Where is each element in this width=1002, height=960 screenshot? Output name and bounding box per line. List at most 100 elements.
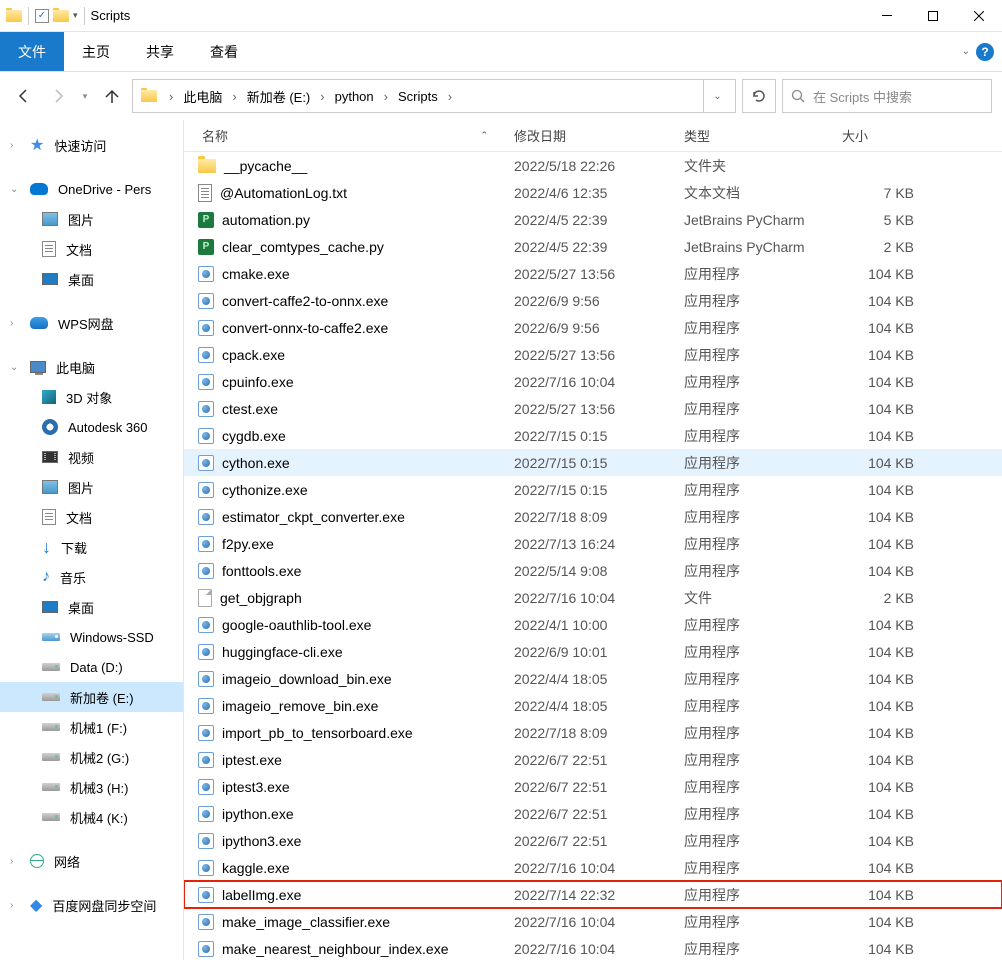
file-row[interactable]: cpack.exe2022/5/27 13:56应用程序104 KB <box>184 341 1002 368</box>
sidebar-pc-item[interactable]: 新加卷 (E:) <box>0 682 183 712</box>
maximize-button[interactable] <box>910 0 956 32</box>
column-date[interactable]: 修改日期 <box>514 126 684 145</box>
expand-ribbon-icon[interactable]: ⌄ <box>962 46 970 57</box>
refresh-button[interactable] <box>742 79 776 113</box>
sidebar-thispc[interactable]: ⌄ 此电脑 <box>0 352 183 382</box>
sidebar-pc-item[interactable]: ♪音乐 <box>0 562 183 592</box>
close-button[interactable] <box>956 0 1002 32</box>
file-row[interactable]: imageio_download_bin.exe2022/4/4 18:05应用… <box>184 665 1002 692</box>
file-row[interactable]: convert-onnx-to-caffe2.exe2022/6/9 9:56应… <box>184 314 1002 341</box>
file-row[interactable]: cygdb.exe2022/7/15 0:15应用程序104 KB <box>184 422 1002 449</box>
tab-share[interactable]: 共享 <box>128 32 192 71</box>
drive-icon <box>42 813 60 821</box>
file-row[interactable]: iptest3.exe2022/6/7 22:51应用程序104 KB <box>184 773 1002 800</box>
tab-file[interactable]: 文件 <box>0 32 64 71</box>
sidebar-pc-item[interactable]: Data (D:) <box>0 652 183 682</box>
sidebar-baidu[interactable]: › ◆ 百度网盘同步空间 <box>0 890 183 920</box>
tab-view[interactable]: 查看 <box>192 32 256 71</box>
checkbox-icon[interactable]: ✓ <box>35 9 49 23</box>
file-row[interactable]: estimator_ckpt_converter.exe2022/7/18 8:… <box>184 503 1002 530</box>
file-row[interactable]: automation.py2022/4/5 22:39JetBrains PyC… <box>184 206 1002 233</box>
sidebar-onedrive-docs[interactable]: 文档 <box>0 234 183 264</box>
forward-button[interactable] <box>44 82 72 110</box>
crumb-sep[interactable]: › <box>226 80 242 112</box>
file-row[interactable]: iptest.exe2022/6/7 22:51应用程序104 KB <box>184 746 1002 773</box>
file-row[interactable]: f2py.exe2022/7/13 16:24应用程序104 KB <box>184 530 1002 557</box>
file-row[interactable]: cython.exe2022/7/15 0:15应用程序104 KB <box>184 449 1002 476</box>
file-row[interactable]: __pycache__2022/5/18 22:26文件夹 <box>184 152 1002 179</box>
file-row[interactable]: google-oauthlib-tool.exe2022/4/1 10:00应用… <box>184 611 1002 638</box>
column-size[interactable]: 大小 <box>842 126 922 145</box>
column-type[interactable]: 类型 <box>684 126 842 145</box>
file-row[interactable]: convert-caffe2-to-onnx.exe2022/6/9 9:56应… <box>184 287 1002 314</box>
breadcrumb-dropdown[interactable]: ⌄ <box>703 80 731 112</box>
file-name: convert-onnx-to-caffe2.exe <box>222 320 388 336</box>
file-row[interactable]: kaggle.exe2022/7/16 10:04应用程序104 KB <box>184 854 1002 881</box>
up-button[interactable] <box>98 82 126 110</box>
sidebar-quick-access[interactable]: › ★ 快速访问 <box>0 130 183 160</box>
file-cell-name: cpuinfo.exe <box>184 374 514 390</box>
sidebar-pc-item[interactable]: 视频 <box>0 442 183 472</box>
sidebar-pc-item[interactable]: 机械3 (H:) <box>0 772 183 802</box>
crumb-sep[interactable]: › <box>442 80 458 112</box>
crumb-python[interactable]: python <box>331 80 378 112</box>
sidebar-pc-item[interactable]: Windows-SSD <box>0 622 183 652</box>
search-icon <box>791 89 805 103</box>
exe-icon <box>198 725 214 741</box>
crumb-scripts[interactable]: Scripts <box>394 80 442 112</box>
minimize-button[interactable] <box>864 0 910 32</box>
file-row[interactable]: get_objgraph2022/7/16 10:04文件2 KB <box>184 584 1002 611</box>
back-button[interactable] <box>10 82 38 110</box>
file-row[interactable]: fonttools.exe2022/5/14 9:08应用程序104 KB <box>184 557 1002 584</box>
file-row[interactable]: make_nearest_neighbour_index.exe2022/7/1… <box>184 935 1002 960</box>
column-name[interactable]: 名称 ⌃ <box>184 126 514 145</box>
crumb-thispc[interactable]: 此电脑 <box>179 80 226 112</box>
file-row[interactable]: cmake.exe2022/5/27 13:56应用程序104 KB <box>184 260 1002 287</box>
crumb-sep[interactable]: › <box>378 80 394 112</box>
help-icon[interactable]: ? <box>976 43 994 61</box>
sidebar-pc-item[interactable]: 机械4 (K:) <box>0 802 183 832</box>
crumb-sep[interactable]: › <box>163 80 179 112</box>
sidebar-wps[interactable]: › WPS网盘 <box>0 308 183 338</box>
file-size: 104 KB <box>842 725 922 741</box>
search-input[interactable]: 在 Scripts 中搜索 <box>782 79 992 113</box>
file-size: 104 KB <box>842 617 922 633</box>
sidebar-onedrive-pics[interactable]: 图片 <box>0 204 183 234</box>
sidebar-pc-item[interactable]: 机械1 (F:) <box>0 712 183 742</box>
sidebar-pc-item[interactable]: 机械2 (G:) <box>0 742 183 772</box>
file-type: 应用程序 <box>684 399 842 419</box>
sidebar-pc-item[interactable]: Autodesk 360 <box>0 412 183 442</box>
recent-dropdown[interactable]: ▾ <box>78 82 92 110</box>
exe-icon <box>198 887 214 903</box>
file-row[interactable]: make_image_classifier.exe2022/7/16 10:04… <box>184 908 1002 935</box>
tab-home[interactable]: 主页 <box>64 32 128 71</box>
file-cell-name: huggingface-cli.exe <box>184 644 514 660</box>
file-row[interactable]: ipython.exe2022/6/7 22:51应用程序104 KB <box>184 800 1002 827</box>
sidebar-pc-item[interactable]: 桌面 <box>0 592 183 622</box>
chevron-down-icon[interactable]: ▾ <box>73 10 78 21</box>
file-name: iptest3.exe <box>222 779 290 795</box>
sidebar-item-label: 网络 <box>54 852 80 871</box>
sidebar-onedrive-desk[interactable]: 桌面 <box>0 264 183 294</box>
sidebar-pc-item[interactable]: 图片 <box>0 472 183 502</box>
file-row[interactable]: ipython3.exe2022/6/7 22:51应用程序104 KB <box>184 827 1002 854</box>
chevron-down-icon: ▾ <box>83 91 88 102</box>
file-icon <box>198 589 212 607</box>
crumb-drive[interactable]: 新加卷 (E:) <box>243 80 315 112</box>
file-row[interactable]: import_pb_to_tensorboard.exe2022/7/18 8:… <box>184 719 1002 746</box>
file-row[interactable]: clear_comtypes_cache.py2022/4/5 22:39Jet… <box>184 233 1002 260</box>
sidebar-pc-item[interactable]: 文档 <box>0 502 183 532</box>
breadcrumb[interactable]: › 此电脑 › 新加卷 (E:) › python › Scripts › ⌄ <box>132 79 736 113</box>
file-row[interactable]: labelImg.exe2022/7/14 22:32应用程序104 KB <box>184 881 1002 908</box>
file-row[interactable]: cpuinfo.exe2022/7/16 10:04应用程序104 KB <box>184 368 1002 395</box>
file-row[interactable]: @AutomationLog.txt2022/4/6 12:35文本文档7 KB <box>184 179 1002 206</box>
file-row[interactable]: huggingface-cli.exe2022/6/9 10:01应用程序104… <box>184 638 1002 665</box>
sidebar-pc-item[interactable]: ↓下载 <box>0 532 183 562</box>
file-row[interactable]: imageio_remove_bin.exe2022/4/4 18:05应用程序… <box>184 692 1002 719</box>
file-row[interactable]: cythonize.exe2022/7/15 0:15应用程序104 KB <box>184 476 1002 503</box>
sidebar-pc-item[interactable]: 3D 对象 <box>0 382 183 412</box>
sidebar-network[interactable]: › 网络 <box>0 846 183 876</box>
sidebar-onedrive[interactable]: ⌄ OneDrive - Pers <box>0 174 183 204</box>
crumb-sep[interactable]: › <box>314 80 330 112</box>
file-row[interactable]: ctest.exe2022/5/27 13:56应用程序104 KB <box>184 395 1002 422</box>
